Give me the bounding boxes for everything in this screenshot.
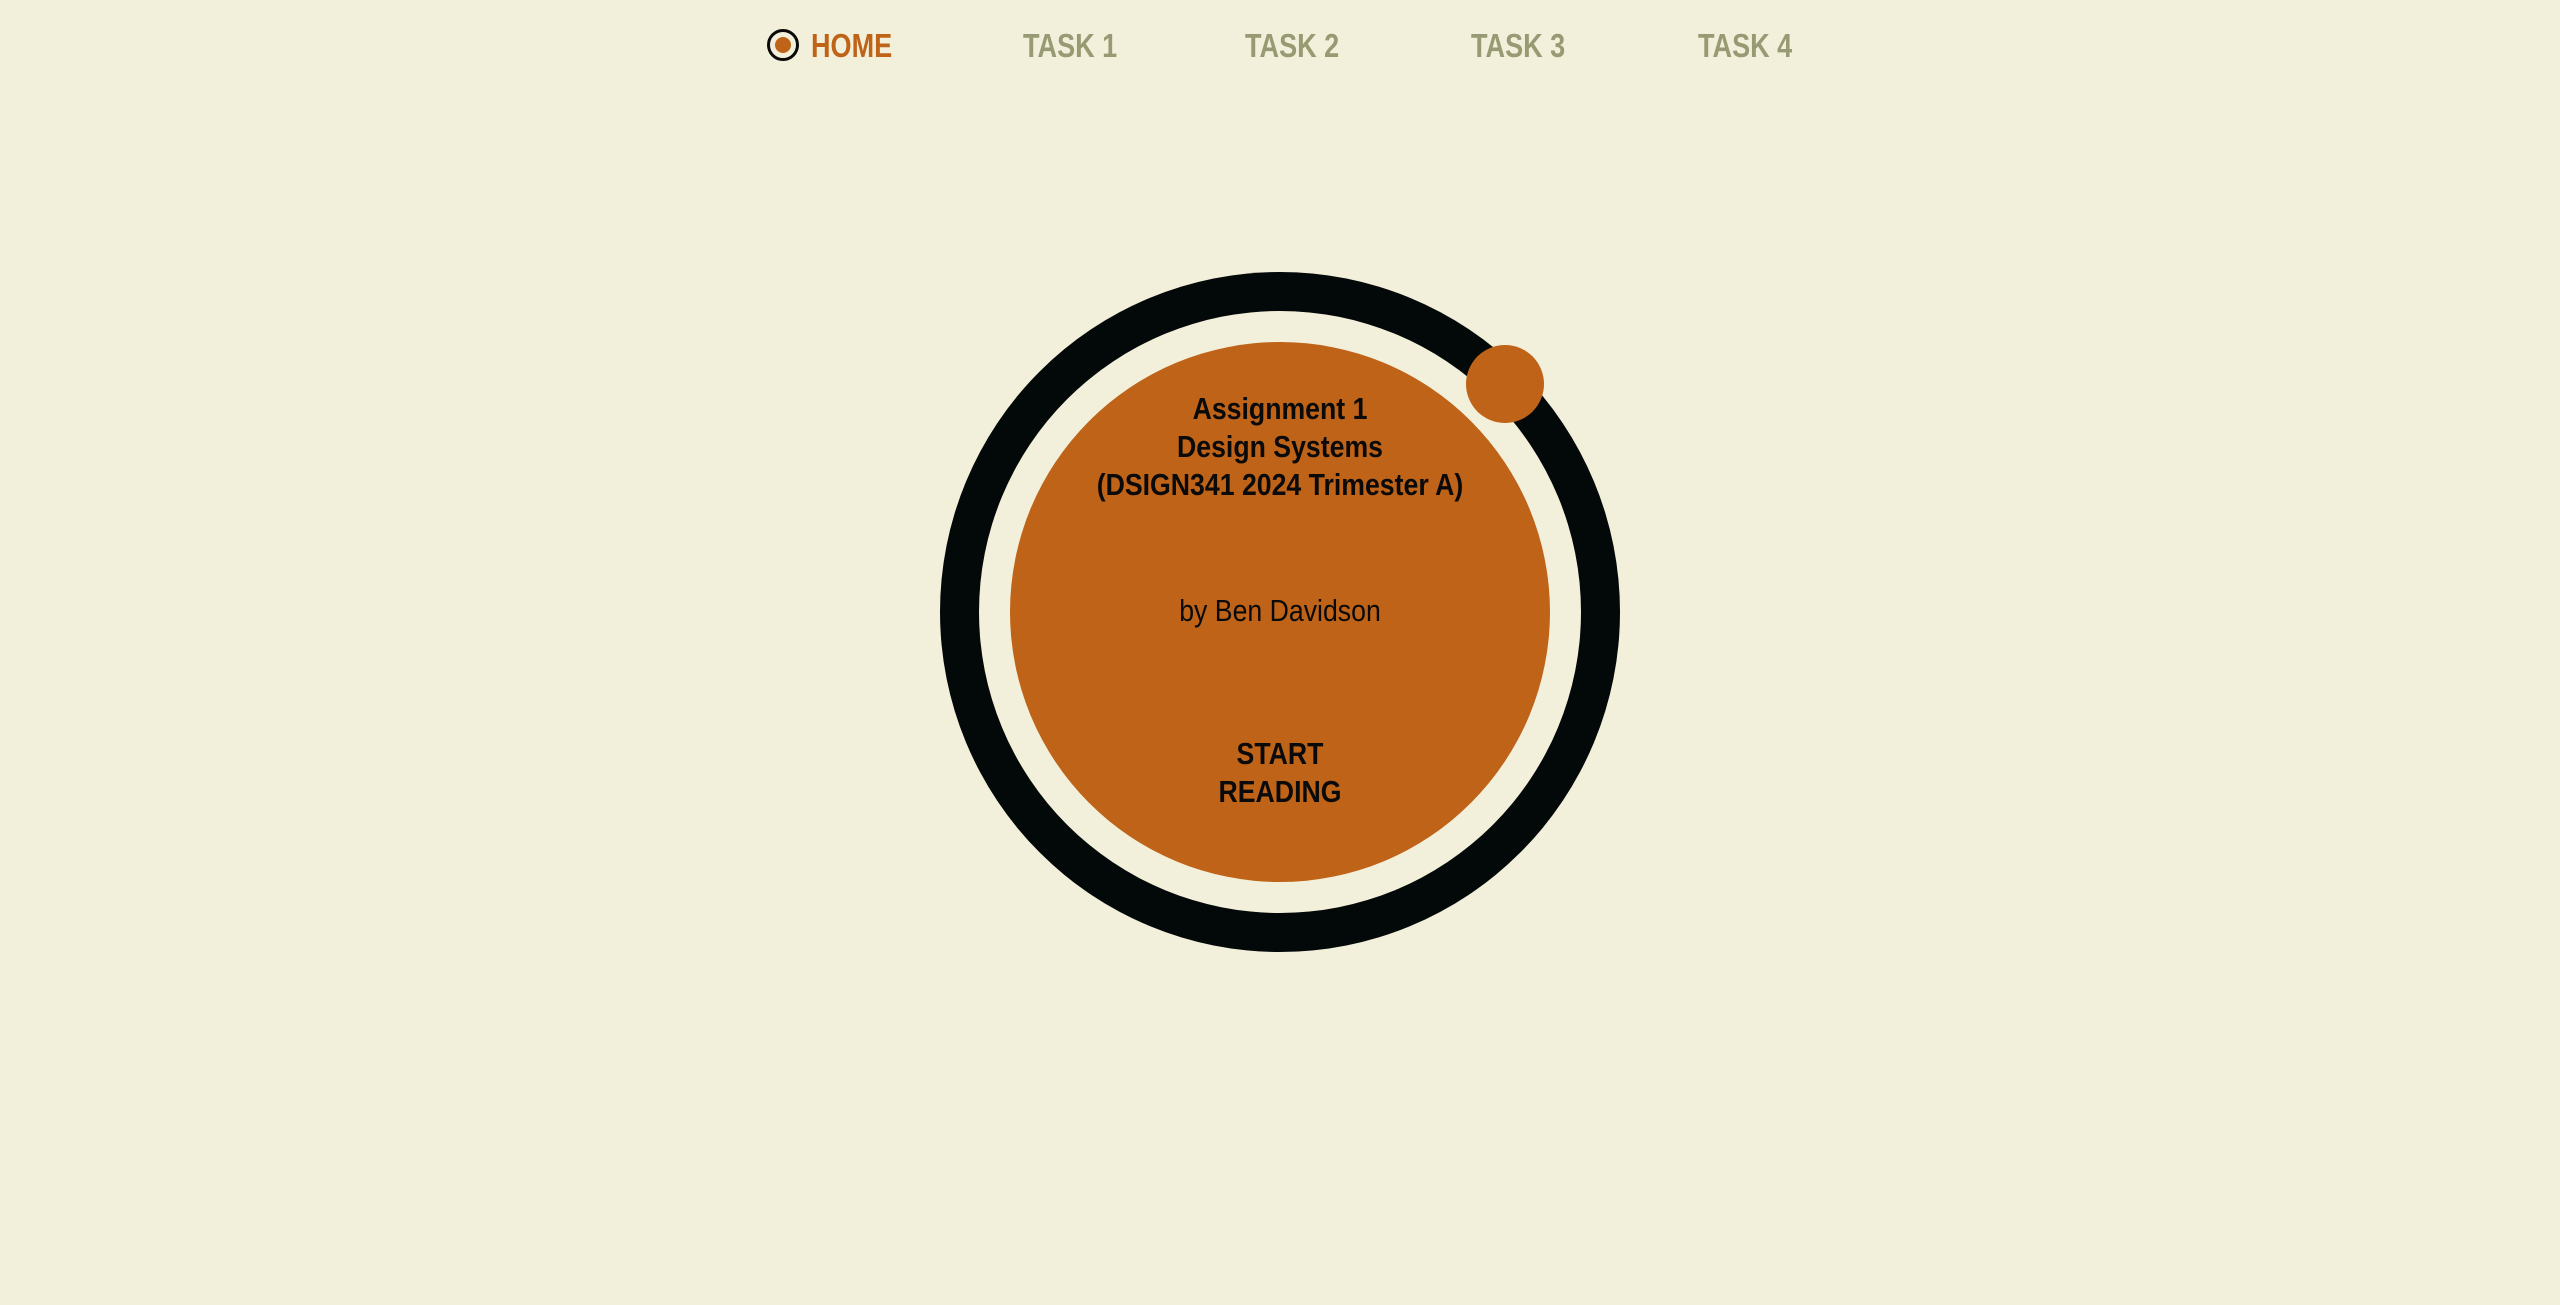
start-reading-button[interactable]: START READING	[1180, 735, 1380, 811]
title-line-3: (DSIGN341 2024 Trimester A)	[1096, 467, 1464, 502]
title-line-2: Design Systems	[1177, 429, 1383, 464]
start-reading-line-1: START	[1236, 736, 1324, 771]
nav-task-4[interactable]: TASK 4	[1698, 22, 1792, 70]
page: HOME TASK 1 TASK 2 TASK 3 TASK 4 Assignm…	[0, 0, 2560, 1305]
nav-task-2[interactable]: TASK 2	[1245, 22, 1339, 70]
author-credit: by Ben Davidson	[1179, 593, 1381, 628]
nav-home[interactable]: HOME	[811, 22, 892, 70]
nav-task-3[interactable]: TASK 3	[1471, 22, 1565, 70]
title-line-1: Assignment 1	[1192, 391, 1368, 426]
nav-task-1[interactable]: TASK 1	[1023, 22, 1117, 70]
assignment-title: Assignment 1 Design Systems (DSIGN341 20…	[1010, 390, 1550, 504]
start-reading-line-2: READING	[1218, 774, 1342, 809]
top-navigation: HOME TASK 1 TASK 2 TASK 3 TASK 4	[0, 22, 2560, 70]
